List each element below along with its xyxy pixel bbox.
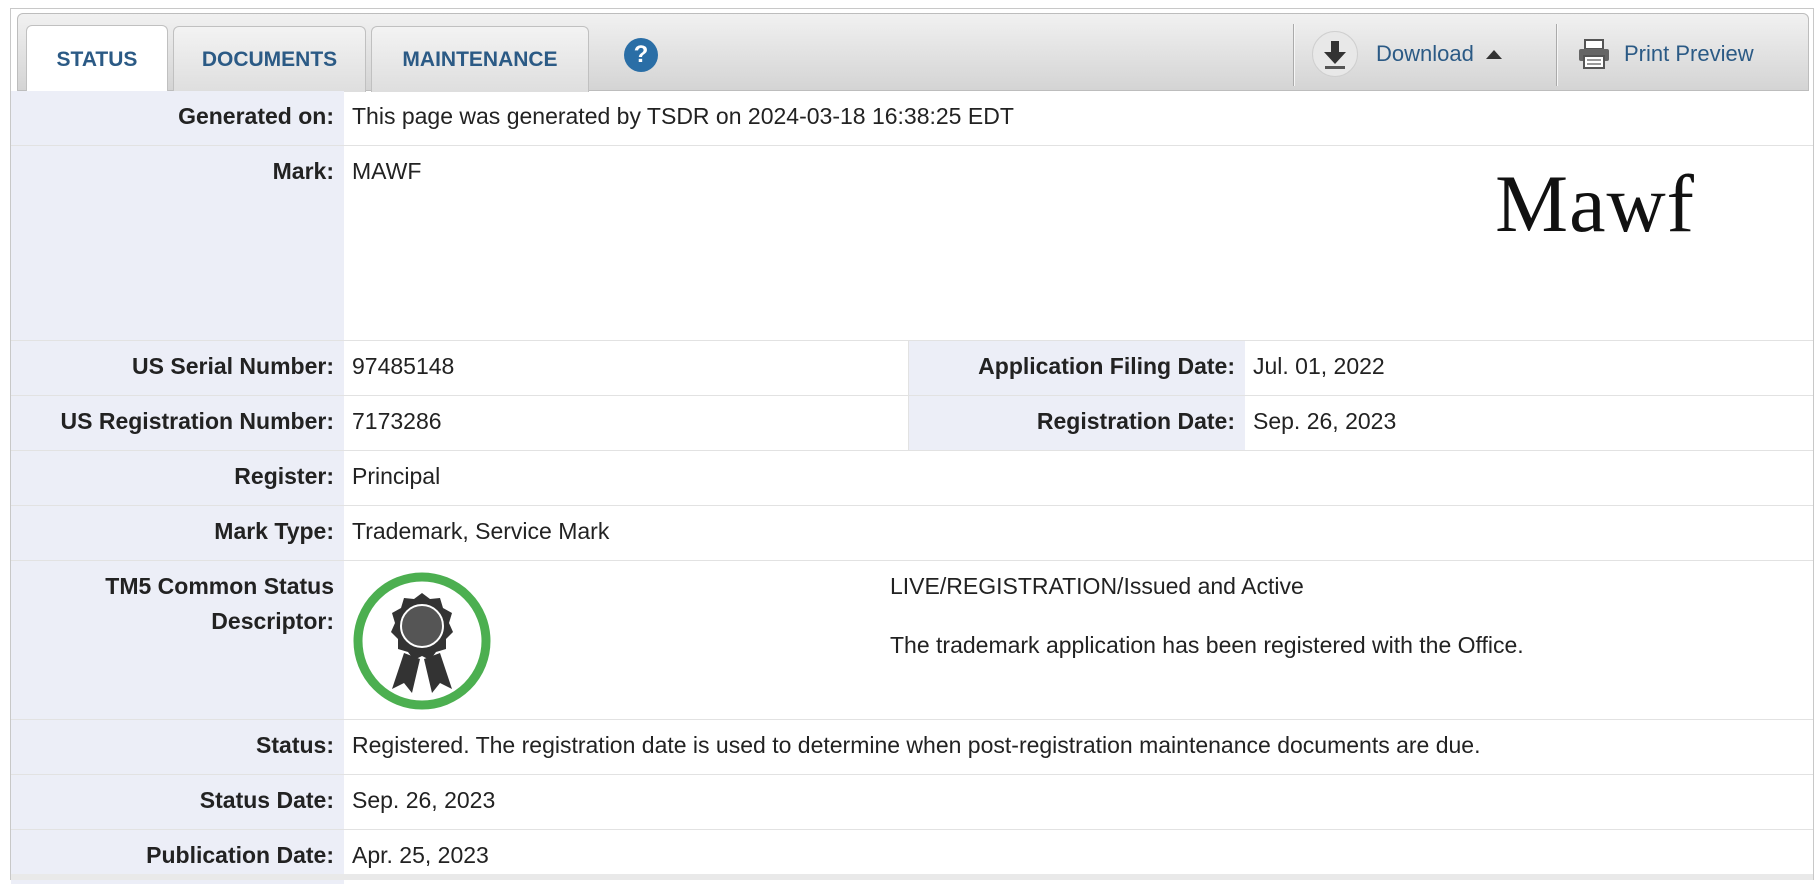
filing-date-label: Application Filing Date:	[909, 341, 1245, 395]
print-preview-button[interactable]: Print Preview	[1578, 32, 1754, 76]
row-mark-type: Mark Type: Trademark, Service Mark	[11, 506, 1813, 561]
generated-on-value: This page was generated by TSDR on 2024-…	[352, 103, 1014, 129]
mark-label: Mark:	[11, 146, 344, 340]
generated-on-label: Generated on:	[11, 91, 344, 145]
register-value: Principal	[352, 463, 441, 489]
tab-maintenance[interactable]: MAINTENANCE	[371, 26, 589, 92]
mark-type-value: Trademark, Service Mark	[352, 518, 610, 544]
printer-icon	[1578, 39, 1610, 69]
status-date-label: Status Date:	[11, 775, 344, 829]
bottom-bar	[11, 874, 1813, 880]
download-icon	[1312, 31, 1358, 77]
registration-date-value: Sep. 26, 2023	[1253, 408, 1397, 434]
row-tm5: TM5 Common Status Descriptor: LIVE/REGIS…	[11, 561, 1813, 720]
download-label: Download	[1376, 41, 1474, 66]
row-generated-on: Generated on: This page was generated by…	[11, 91, 1813, 146]
serial-number-value: 97485148	[344, 341, 909, 395]
status-content: Generated on: This page was generated by…	[11, 91, 1813, 884]
print-preview-label: Print Preview	[1624, 41, 1754, 66]
mark-value: MAWF	[352, 158, 422, 184]
download-button[interactable]: Download	[1312, 31, 1502, 77]
tab-status[interactable]: STATUS	[26, 25, 168, 93]
status-value: Registered. The registration date is use…	[352, 732, 1481, 758]
status-panel: STATUS DOCUMENTS MAINTENANCE ? Download	[10, 8, 1814, 884]
tm5-description: The trademark application has been regis…	[890, 632, 1524, 658]
question-circle-icon[interactable]: ?	[624, 38, 658, 72]
tab-documents[interactable]: DOCUMENTS	[173, 26, 366, 92]
filing-date-value: Jul. 01, 2022	[1253, 353, 1385, 379]
registration-date-label: Registration Date:	[909, 396, 1245, 450]
tm5-descriptor: LIVE/REGISTRATION/Issued and Active	[890, 573, 1304, 599]
mark-image: Mawf	[1495, 158, 1695, 249]
row-register: Register: Principal	[11, 451, 1813, 506]
row-status: Status: Registered. The registration dat…	[11, 720, 1813, 775]
row-registration: US Registration Number: 7173286 Registra…	[11, 396, 1813, 451]
mark-type-label: Mark Type:	[11, 506, 344, 560]
status-label: Status:	[11, 720, 344, 774]
serial-number-label: US Serial Number:	[11, 341, 344, 395]
registration-number-value: 7173286	[344, 396, 909, 450]
registered-badge-icon	[352, 571, 492, 721]
tm5-label-line2: Descriptor:	[211, 608, 334, 634]
registration-number-label: US Registration Number:	[11, 396, 344, 450]
caret-up-icon	[1485, 49, 1502, 59]
tab-bar: STATUS DOCUMENTS MAINTENANCE ? Download	[17, 13, 1809, 93]
tm5-label-line1: TM5 Common Status	[105, 573, 334, 599]
row-status-date: Status Date: Sep. 26, 2023	[11, 775, 1813, 830]
row-mark: Mark: MAWF Mawf	[11, 146, 1813, 341]
register-label: Register:	[11, 451, 344, 505]
status-date-value: Sep. 26, 2023	[352, 787, 496, 813]
row-serial: US Serial Number: 97485148 Application F…	[11, 341, 1813, 396]
